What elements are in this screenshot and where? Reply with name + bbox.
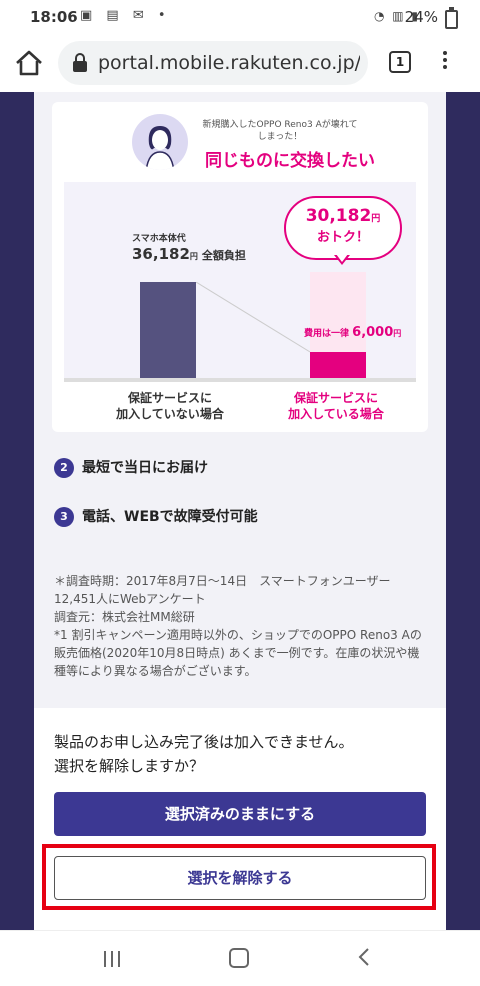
cost-slope-lines <box>196 282 310 382</box>
phone-cost-label: スマホ本体代 <box>132 234 186 244</box>
savings-bar <box>310 272 366 352</box>
cost-bar-without-warranty <box>140 282 196 382</box>
url-text[interactable]: portal.mobile.rakuten.co.jp/e <box>98 52 360 74</box>
footnote: *1 割引キャンペーン適用時以外の、ショップでのOPPO Reno3 Aの販売価… <box>54 628 422 678</box>
overflow-menu-icon[interactable] <box>440 48 450 78</box>
warranty-info-box: 新規購入したOPPO Reno3 Aが壊れてしまった！ 同じものに交換したい ス… <box>34 92 446 708</box>
comparison-panel: 新規購入したOPPO Reno3 Aが壊れてしまった！ 同じものに交換したい ス… <box>52 102 428 432</box>
confirm-message: 製品のお申し込み完了後は加入できません。 選択を解除しますか？ <box>54 733 354 775</box>
caption-with-warranty: 保証サービスに 加入している場合 <box>288 391 384 421</box>
android-nav-bar <box>0 930 480 986</box>
cost-bar-with-warranty <box>310 352 366 380</box>
footnotes: ＊調査時期：2017年8月7日〜14日 スマートフォンユーザー12,451人にW… <box>54 572 426 680</box>
feature-item: 3 電話、WEBで故障受付可能 <box>54 506 258 527</box>
release-selection-button[interactable]: 選択を解除する <box>54 856 426 900</box>
notification-icons: ▣ ▤ ✉ • <box>80 8 171 23</box>
flat-fee-label: 費用は一律 6,000円 <box>304 325 402 340</box>
address-bar[interactable]: portal.mobile.rakuten.co.jp/e <box>58 41 368 85</box>
status-bar: 18:06 ▣ ▤ ✉ • ◔ ▥ ▮ 24% <box>0 0 480 34</box>
phone-cost-value: 36,182円 全額負担 <box>132 245 246 263</box>
tab-switcher-button[interactable]: 1 <box>389 51 411 73</box>
home-button-icon[interactable] <box>229 948 249 968</box>
chart-baseline <box>64 378 416 382</box>
caption-without-warranty: 保証サービスに 加入していない場合 <box>116 391 224 421</box>
number-badge-icon: 2 <box>54 458 74 478</box>
browser-toolbar: portal.mobile.rakuten.co.jp/e 1 <box>0 34 480 93</box>
savings-bubble: 30,182円 おトク！ <box>284 196 402 260</box>
footnote: ＊調査時期：2017年8月7日〜14日 スマートフォンユーザー12,451人にW… <box>54 574 391 606</box>
footnote: 調査元：株式会社MM総研 <box>54 610 195 624</box>
scenario-subheading: 新規購入したOPPO Reno3 Aが壊れてしまった！ <box>202 120 358 142</box>
modal-card: 新規購入したOPPO Reno3 Aが壊れてしまった！ 同じものに交換したい ス… <box>34 92 446 930</box>
scenario-heading: 同じものに交換したい <box>205 151 375 171</box>
page-content: 新規購入したOPPO Reno3 Aが壊れてしまった！ 同じものに交換したい ス… <box>0 92 480 930</box>
battery-icon <box>445 7 458 29</box>
back-icon[interactable] <box>358 947 370 967</box>
home-icon[interactable] <box>14 49 44 77</box>
clock: 18:06 <box>30 8 78 26</box>
battery-level: 24% <box>404 8 438 26</box>
keep-selection-button[interactable]: 選択済みのままにする <box>54 792 426 836</box>
number-badge-icon: 3 <box>54 507 74 527</box>
feature-item: 2 最短で当日にお届け <box>54 457 208 478</box>
user-avatar-icon <box>132 114 188 170</box>
recent-apps-icon[interactable] <box>104 951 124 967</box>
lock-icon <box>73 53 87 72</box>
